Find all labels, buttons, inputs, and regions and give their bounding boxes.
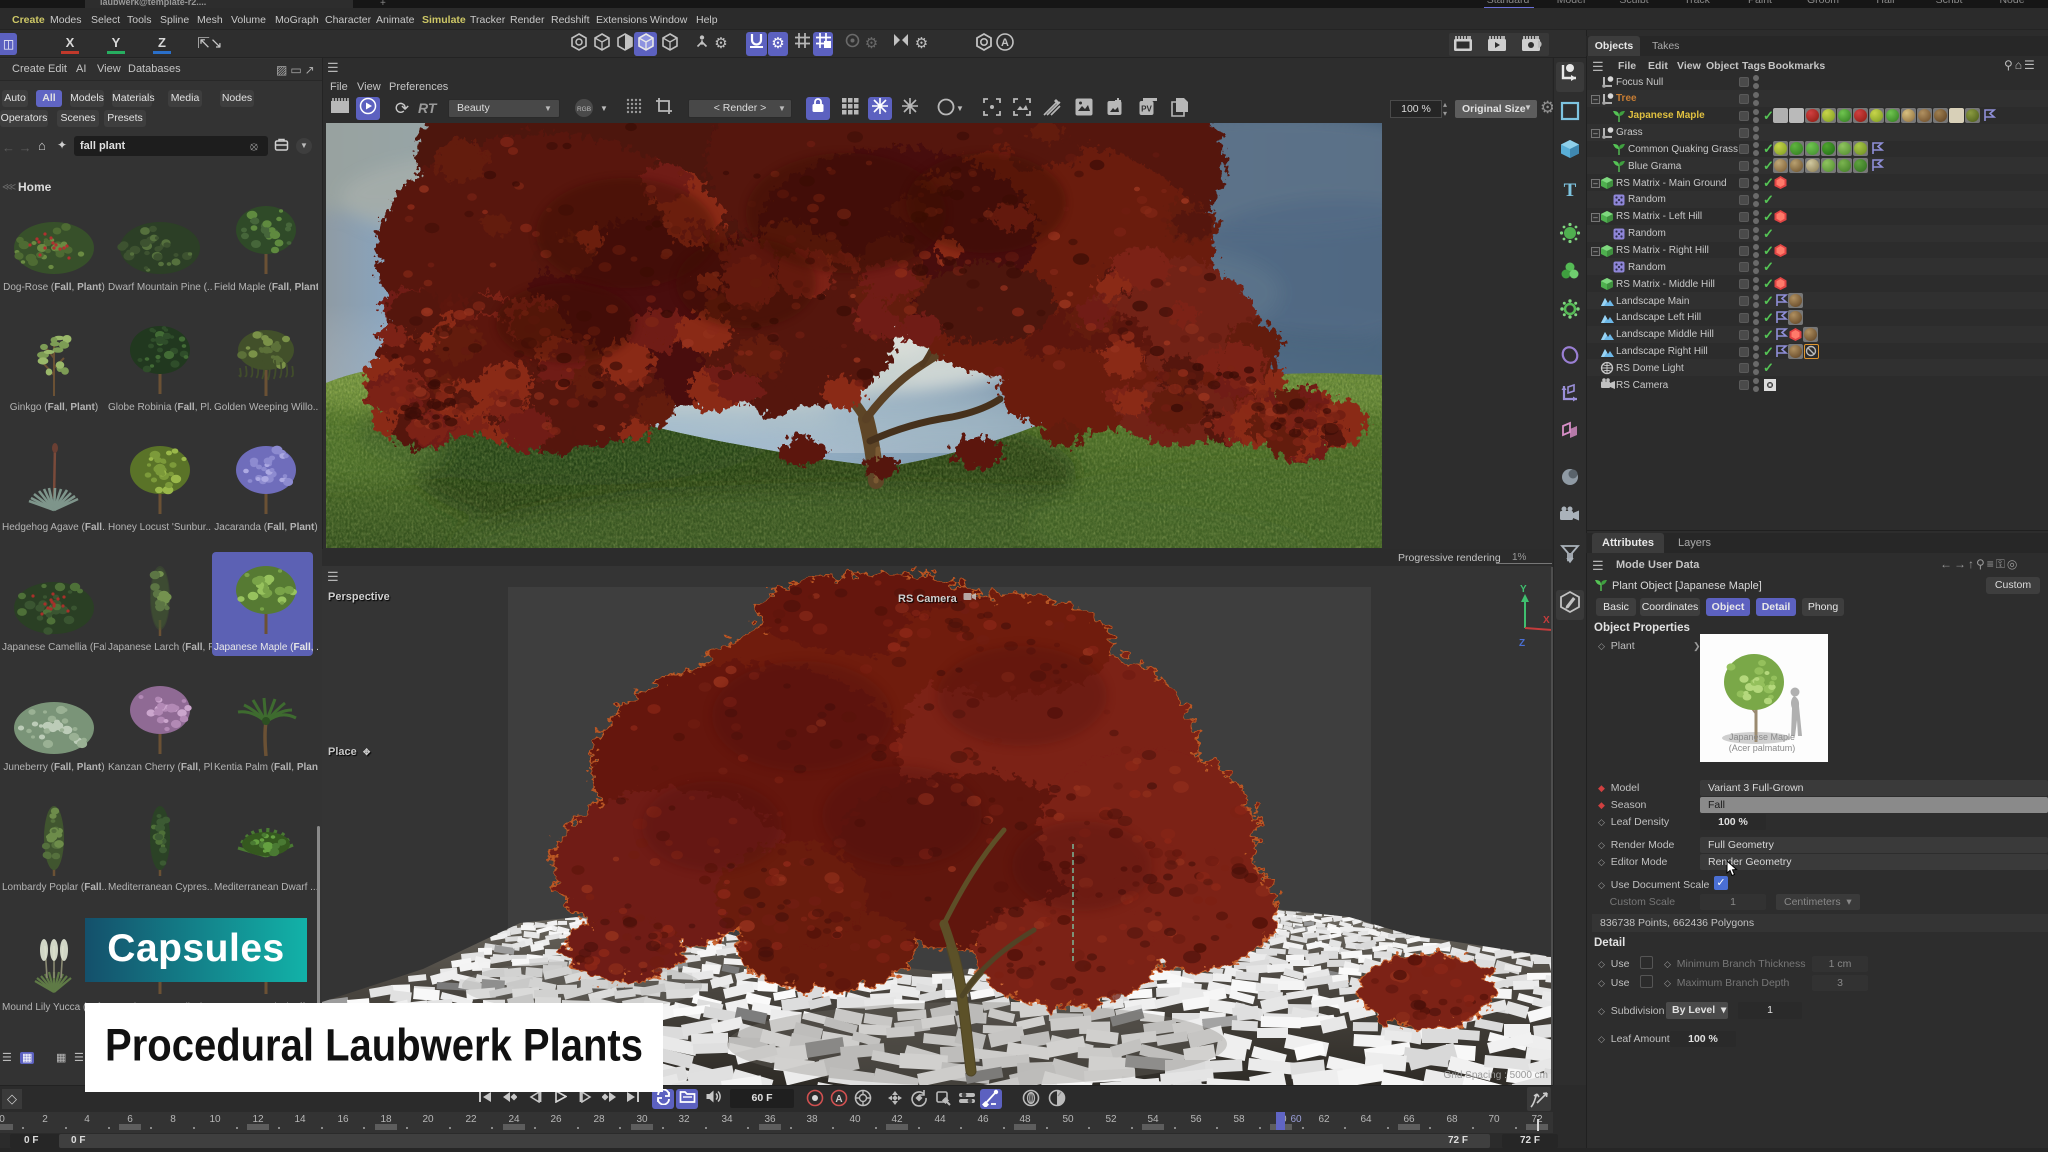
svg-text:RGB: RGB bbox=[577, 106, 591, 113]
svg-text:A: A bbox=[835, 1094, 842, 1105]
svg-text:(Acer palmatum): (Acer palmatum) bbox=[1729, 743, 1796, 753]
svg-text:Japanese Maple: Japanese Maple bbox=[1729, 732, 1795, 742]
svg-text:Y: Y bbox=[1520, 584, 1527, 595]
svg-text:PV: PV bbox=[1141, 105, 1152, 114]
svg-text:A: A bbox=[1001, 37, 1009, 49]
svg-text:X: X bbox=[1543, 615, 1550, 626]
svg-text:Z: Z bbox=[1519, 638, 1525, 649]
